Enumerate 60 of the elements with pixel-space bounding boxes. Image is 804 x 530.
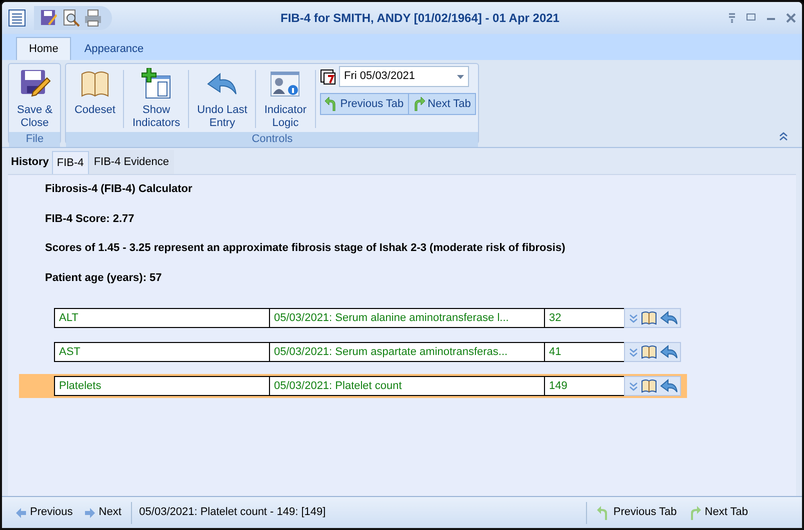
previous-tab-button[interactable]: Previous Tab	[591, 502, 683, 523]
menu-icon[interactable]	[8, 9, 26, 27]
window-title: FIB-4 for SMITH, ANDY [01/02/1964] - 01 Apr 2021	[280, 10, 560, 27]
status-text: 05/03/2021: Platelet count - 149: [149]	[138, 505, 327, 520]
text-line: Patient age (years): 57	[44, 270, 163, 286]
turn-right-arrow-icon	[412, 96, 425, 111]
previous-button[interactable]: Previous	[10, 502, 79, 523]
ribbon-tab[interactable]: Home	[16, 36, 72, 60]
table-cell: 41	[544, 342, 624, 362]
window-plus-icon	[140, 68, 172, 100]
next-button[interactable]: Next	[78, 502, 128, 523]
turn-left-arrow-icon	[325, 96, 338, 111]
magnifier-page-icon[interactable]	[62, 9, 80, 27]
curved-arrow-icon[interactable]	[660, 345, 678, 359]
help-icon[interactable]	[728, 13, 736, 23]
book-icon[interactable]	[641, 379, 657, 393]
text-line: Fibrosis-4 (FIB-4) Calculator	[44, 182, 194, 197]
ribbon-button[interactable]: Save & Close	[11, 66, 58, 132]
table-cell: 05/03/2021: Serum alanine aminotransferase l...	[269, 308, 544, 328]
table-cell: Platelets	[54, 376, 269, 396]
group-label: File	[9, 132, 60, 147]
document-tab[interactable]: FIB-4	[52, 150, 89, 174]
table-cell: 32	[544, 308, 624, 328]
restore-icon[interactable]	[746, 13, 756, 21]
document-tab[interactable]: History	[8, 150, 52, 174]
next-tab-button[interactable]: Next Tab	[682, 502, 754, 523]
ribbon-button[interactable]: Show Indicators	[126, 66, 186, 132]
chevron-down-icon[interactable]	[629, 348, 638, 356]
previous-tab-button[interactable]: Previous Tab	[321, 94, 408, 114]
turn-right-arrow-icon	[688, 506, 701, 520]
document-tab[interactable]: FIB-4 Evidence	[88, 150, 174, 174]
ribbon-tab[interactable]: Appearance	[71, 36, 157, 60]
turn-left-arrow-icon	[597, 506, 610, 520]
text-line: FIB-4 Score: 2.77	[44, 212, 136, 226]
table-cell: 149	[544, 376, 624, 396]
printer-icon[interactable]	[84, 9, 102, 27]
group-label: Controls	[66, 132, 478, 147]
collapse-ribbon-icon[interactable]	[779, 132, 788, 141]
ribbon-button[interactable]: Codeset	[68, 66, 122, 119]
book-icon[interactable]	[641, 345, 657, 359]
ribbon-button[interactable]: Undo Last Entry	[191, 66, 254, 132]
curved-arrow-icon[interactable]	[660, 379, 678, 393]
left-arrow-icon	[16, 508, 26, 518]
chevron-down-icon[interactable]	[629, 382, 638, 390]
table-cell: 05/03/2021: Serum aspartate aminotransferas...	[269, 342, 544, 362]
date-field[interactable]: Fri 05/03/2021	[339, 66, 470, 87]
chevron-down-icon[interactable]	[629, 314, 638, 322]
close-icon[interactable]	[786, 13, 796, 23]
ribbon-button[interactable]: Indicator Logic	[258, 66, 313, 132]
dropdown-caret-icon	[457, 74, 464, 78]
table-cell: AST	[54, 342, 269, 362]
next-tab-button[interactable]: Next Tab	[408, 94, 475, 114]
book-icon[interactable]	[641, 311, 657, 325]
table-cell: 05/03/2021: Platelet count	[269, 376, 544, 396]
text-line: Scores of 1.45 - 3.25 represent an approximate fibrosis stage of Ishak 2-3 (moderate risk of fibrosis)	[44, 241, 566, 256]
floppy-pencil-icon[interactable]	[40, 9, 58, 27]
curved-arrow-icon[interactable]	[660, 311, 678, 325]
calendar-icon	[320, 68, 336, 84]
table-cell: ALT	[54, 308, 269, 328]
right-arrow-icon	[84, 508, 95, 518]
